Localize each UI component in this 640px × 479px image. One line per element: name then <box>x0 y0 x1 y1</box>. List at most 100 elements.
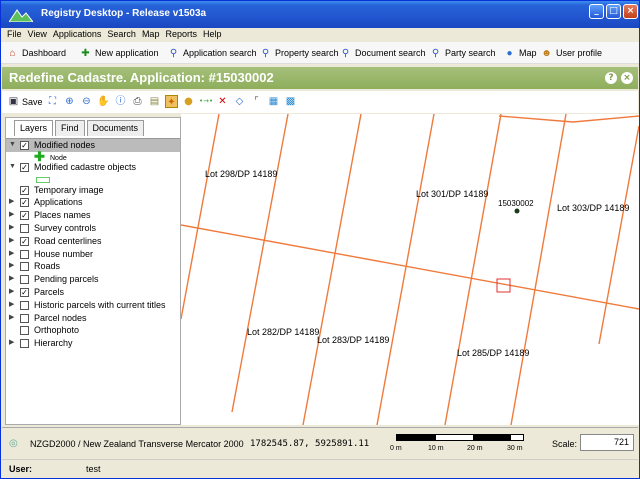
map-view[interactable]: Lot 298/DP 14189 Lot 301/DP 14189 150300… <box>181 114 639 425</box>
layer-row[interactable]: ▶ Roads <box>6 260 180 273</box>
scale-input[interactable]: 721 <box>580 434 634 451</box>
layer-row[interactable]: ▶ Pending parcels <box>6 273 180 286</box>
expand-arrow-icon[interactable]: ▶ <box>9 286 14 299</box>
layer-row[interactable]: ▶ ✓ Places names <box>6 209 180 222</box>
expand-arrow-icon[interactable]: ▶ <box>9 337 14 350</box>
layer-row[interactable]: Orthophoto <box>6 324 180 337</box>
layer-checkbox[interactable] <box>20 262 29 272</box>
layer-checkbox[interactable]: ✓ <box>20 162 29 172</box>
layer-label: Hierarchy <box>34 338 73 349</box>
image-import-icon[interactable]: ▦ <box>267 95 280 108</box>
property-search-button[interactable]: ⚲ Property search <box>260 46 339 60</box>
party-search-button[interactable]: ⚲ Party search <box>430 46 496 60</box>
layer-row[interactable]: ▼ ✓ Modified nodes <box>6 139 180 152</box>
lot-298-label: Lot 298/DP 14189 <box>205 169 278 179</box>
layer-row[interactable]: ▶ Historic parcels with current titles <box>6 299 180 312</box>
map-button[interactable]: ● Map <box>504 46 536 60</box>
expand-arrow-icon[interactable]: ▶ <box>9 222 14 235</box>
zoom-out-icon[interactable]: ⊖ <box>80 95 93 108</box>
tab-documents[interactable]: Documents <box>86 120 145 136</box>
layer-checkbox[interactable]: ✓ <box>20 287 29 297</box>
menu-view[interactable]: View <box>28 28 47 41</box>
save-icon[interactable]: ▣ <box>7 95 20 108</box>
layer-label: Parcels <box>34 286 65 297</box>
move-node-icon[interactable]: •→• <box>199 95 213 108</box>
menu-search[interactable]: Search <box>107 28 136 41</box>
application-search-button[interactable]: ⚲ Application search <box>168 46 257 60</box>
expand-arrow-icon[interactable]: ▶ <box>9 260 14 273</box>
layer-label: Survey controls <box>34 222 97 233</box>
expand-arrow-icon[interactable]: ▶ <box>9 273 14 286</box>
user-icon: ☻ <box>541 47 552 59</box>
home-icon: ⌂ <box>9 47 16 59</box>
layer-checkbox[interactable] <box>20 249 29 259</box>
layer-label: House number <box>34 248 94 259</box>
layer-row[interactable]: ▶ ✓ Parcels <box>6 286 180 299</box>
app-logo-icon <box>9 9 33 22</box>
layer-checkbox[interactable] <box>20 339 29 349</box>
maximize-button[interactable]: □ <box>606 4 621 19</box>
layer-checkbox[interactable] <box>20 275 29 285</box>
print-icon[interactable]: ⎙ <box>131 95 144 108</box>
layer-row[interactable]: ▶ ✓ Road centerlines <box>6 235 180 248</box>
layer-row[interactable]: ▼ ✓ Modified cadastre objects <box>6 161 180 174</box>
lot-283-label: Lot 283/DP 14189 <box>317 335 390 345</box>
layer-tool-icon[interactable]: ▤ <box>148 95 161 108</box>
menu-reports[interactable]: Reports <box>165 28 197 41</box>
layer-checkbox[interactable] <box>20 300 29 310</box>
expand-arrow-icon[interactable]: ▶ <box>9 299 14 312</box>
menu-applications[interactable]: Applications <box>53 28 102 41</box>
tab-find[interactable]: Find <box>55 120 85 136</box>
expand-arrow-icon[interactable]: ▶ <box>9 209 14 222</box>
delete-icon[interactable]: ✕ <box>216 95 229 108</box>
layer-row[interactable]: ▶ Hierarchy <box>6 337 180 350</box>
rectangle-select-icon[interactable]: ⌜ <box>250 95 263 108</box>
user-profile-button[interactable]: ☻ User profile <box>541 46 602 60</box>
tab-layers[interactable]: Layers <box>14 120 54 136</box>
document-search-button[interactable]: ⚲ Document search <box>340 46 426 60</box>
select-tool-icon[interactable]: ✦ <box>165 95 178 108</box>
new-application-button[interactable]: ✚ New application <box>80 46 158 60</box>
collapse-arrow-icon[interactable]: ▼ <box>9 161 16 174</box>
window-title: Registry Desktop - Release v1503a <box>41 8 207 19</box>
layer-row[interactable]: ▶ ✓ Applications <box>6 196 180 209</box>
info-icon[interactable]: ⓘ <box>114 95 127 108</box>
minimize-button[interactable]: _ <box>589 4 604 19</box>
expand-arrow-icon[interactable]: ▶ <box>9 248 14 261</box>
layer-checkbox[interactable] <box>20 326 29 336</box>
dashboard-button[interactable]: ⌂ Dashboard <box>7 46 66 60</box>
layer-label: Modified cadastre objects <box>34 161 137 172</box>
image-export-icon[interactable]: ▩ <box>284 95 297 108</box>
zoom-in-icon[interactable]: ⊕ <box>63 95 76 108</box>
menu-map[interactable]: Map <box>142 28 160 41</box>
scale-segment <box>473 435 511 440</box>
expand-arrow-icon[interactable]: ▶ <box>9 196 14 209</box>
pan-hand-icon[interactable]: ✋ <box>97 95 110 108</box>
collapse-arrow-icon[interactable]: ▼ <box>9 139 16 152</box>
layer-row[interactable]: ▶ House number <box>6 248 180 261</box>
layer-row[interactable]: ▶ Survey controls <box>6 222 180 235</box>
layer-row[interactable]: ✓ Temporary image <box>6 184 180 197</box>
layers-panel: Layers Find Documents ▼ ✓ Modified nodes ✚ N… <box>5 117 181 425</box>
layer-checkbox[interactable]: ✓ <box>20 236 29 246</box>
layer-checkbox[interactable]: ✓ <box>20 198 29 208</box>
layer-checkbox[interactable] <box>20 223 29 233</box>
add-node-icon[interactable]: ● <box>182 95 195 108</box>
layer-checkbox[interactable]: ✓ <box>20 211 29 221</box>
layer-checkbox[interactable] <box>20 313 29 323</box>
expand-arrow-icon[interactable]: ▶ <box>9 235 14 248</box>
save-button[interactable]: Save <box>22 97 43 107</box>
layer-checkbox[interactable]: ✓ <box>20 141 29 150</box>
close-icon[interactable]: × <box>621 72 633 84</box>
polygon-tool-icon[interactable]: ◇ <box>233 95 246 108</box>
user-value: test <box>86 464 101 474</box>
help-icon[interactable]: ? <box>605 72 617 84</box>
menu-help[interactable]: Help <box>203 28 222 41</box>
close-window-button[interactable]: × <box>623 4 638 19</box>
menu-file[interactable]: File <box>7 28 22 41</box>
full-extent-icon[interactable]: ⛶ <box>46 95 59 108</box>
layer-checkbox[interactable]: ✓ <box>20 185 29 195</box>
expand-arrow-icon[interactable]: ▶ <box>9 312 14 325</box>
title-bar[interactable]: Registry Desktop - Release v1503a _ □ × <box>1 1 639 28</box>
layer-row[interactable]: ▶ Parcel nodes <box>6 312 180 325</box>
